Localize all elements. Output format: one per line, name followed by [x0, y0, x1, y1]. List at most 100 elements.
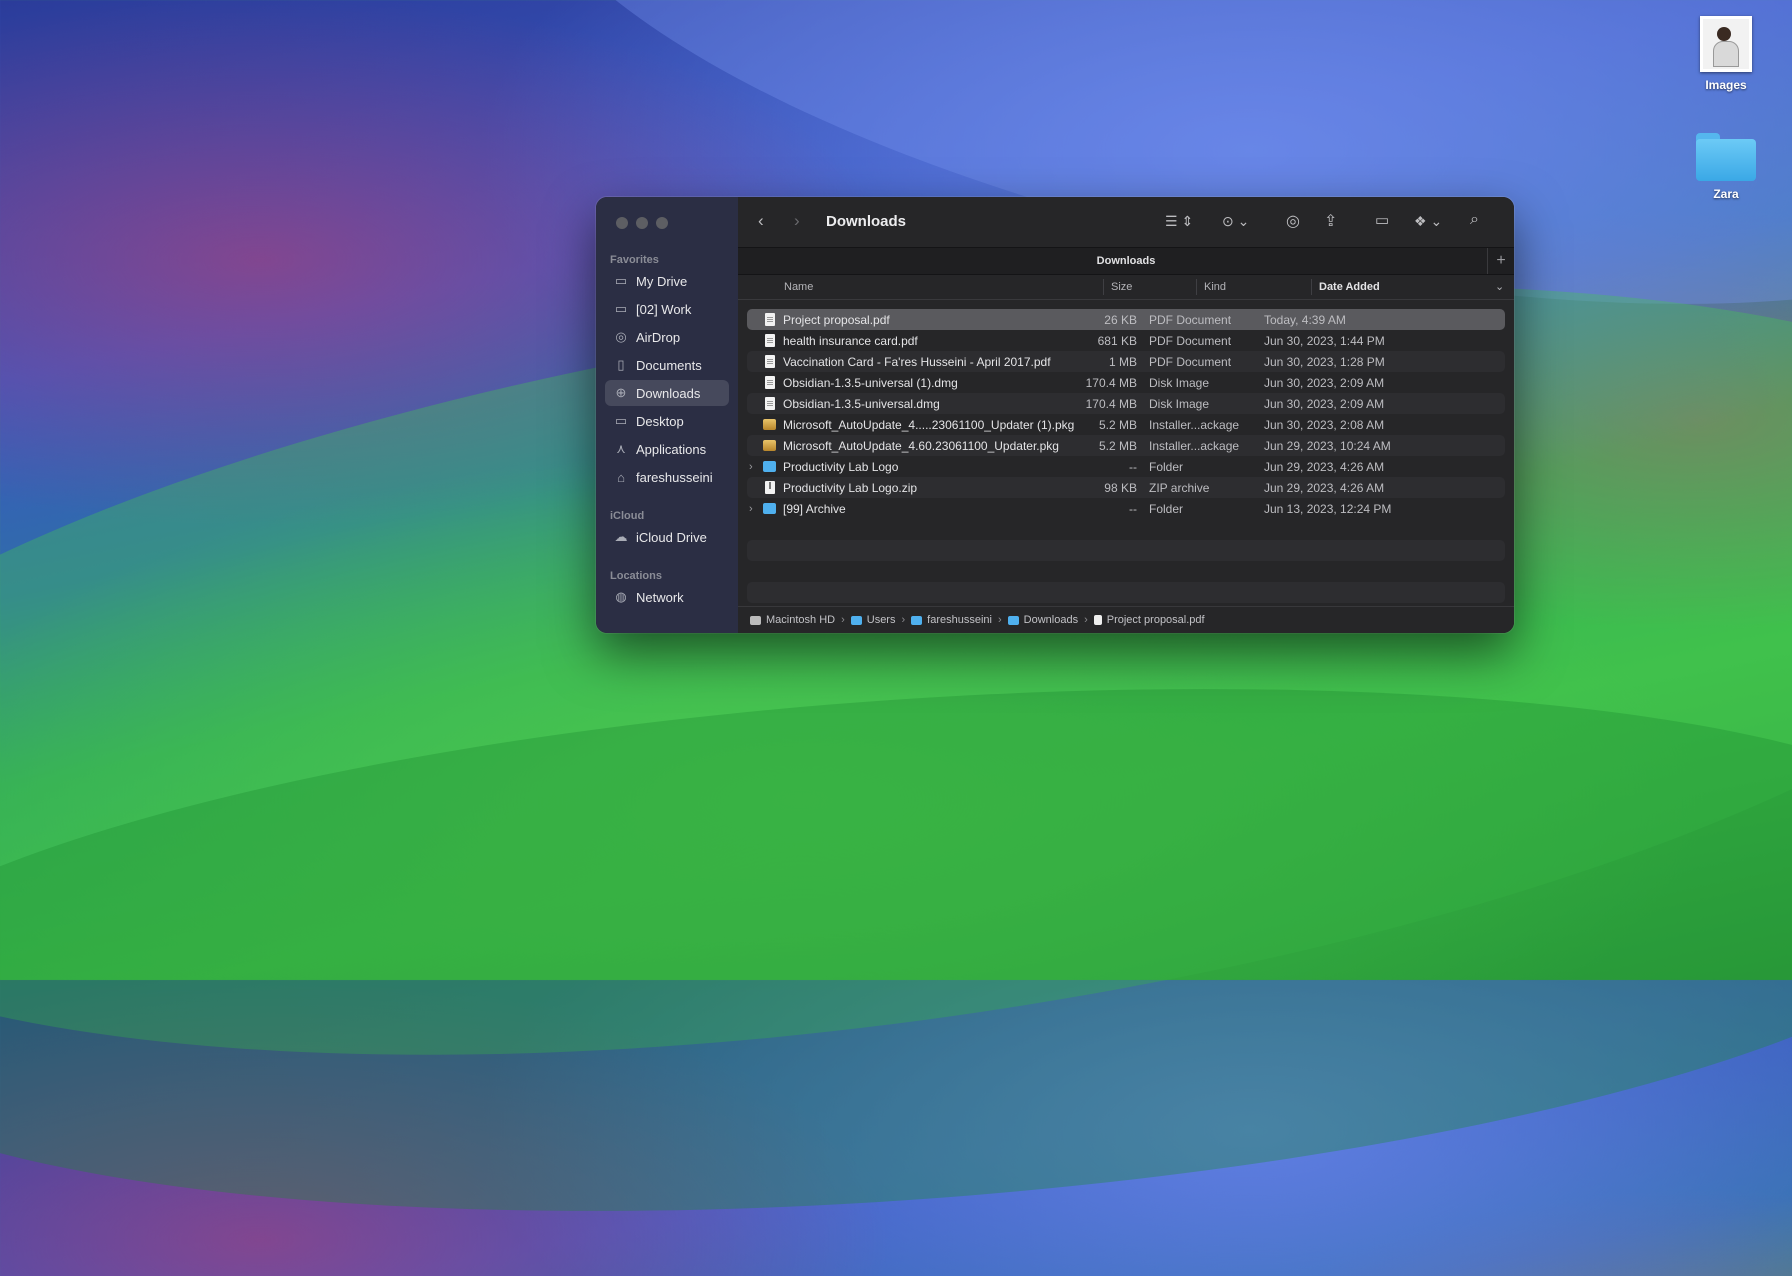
action-menu-button[interactable]: ⊙ ⌄: [1222, 213, 1249, 230]
file-kind: Folder: [1149, 459, 1184, 474]
zoom-button[interactable]: [656, 217, 668, 229]
new-tab-button[interactable]: +: [1487, 248, 1514, 274]
desktop-icon: ▭: [614, 413, 628, 428]
path-label: Macintosh HD: [766, 614, 836, 626]
file-date: Jun 30, 2023, 2:08 AM: [1264, 417, 1385, 432]
sidebar-item-label: Network: [636, 589, 684, 605]
sidebar-item-label: iCloud Drive: [636, 529, 707, 545]
sidebar-item-home[interactable]: ⌂ fareshusseini: [605, 464, 729, 490]
sidebar-item-work[interactable]: ▭ [02] Work: [605, 296, 729, 322]
pdf-document-icon: [763, 354, 776, 369]
table-row[interactable]: Obsidian-1.3.5-universal (1).dmg 170.4 M…: [747, 372, 1505, 393]
path-item-downloads[interactable]: Downloads ›: [1007, 614, 1094, 626]
window-controls: [616, 217, 668, 229]
file-kind: Installer...ackage: [1149, 417, 1240, 432]
sidebar-item-downloads[interactable]: ⊕ Downloads: [605, 380, 729, 406]
sidebar-item-label: AirDrop: [636, 329, 681, 345]
table-row[interactable]: Vaccination Card - Fa'res Husseini - Apr…: [747, 351, 1505, 372]
sidebar-item-my-drive[interactable]: ▭ My Drive: [605, 268, 729, 294]
tab-label: Downloads: [1096, 255, 1156, 267]
path-item-project-proposal[interactable]: Project proposal.pdf: [1093, 614, 1205, 626]
file-date: Today, 4:39 AM: [1264, 312, 1346, 327]
file-name: Productivity Lab Logo: [783, 459, 899, 474]
sidebar-item-airdrop[interactable]: ◎ AirDrop: [605, 324, 729, 350]
file-size: 681 KB: [1097, 333, 1137, 348]
file-browser: ‹ › Downloads ☰ ⇕ ⊙ ⌄ ◎ ⇪ ▭ ❖ ⌄ ⌕ Downlo…: [738, 197, 1514, 633]
sidebar-item-desktop[interactable]: ▭ Desktop: [605, 408, 729, 434]
file-kind: Installer...ackage: [1149, 438, 1240, 453]
disclosure-chevron-icon[interactable]: ›: [749, 503, 759, 515]
desktop-icon-zara[interactable]: Zara: [1681, 133, 1771, 201]
file-name: Obsidian-1.3.5-universal.dmg: [783, 396, 940, 411]
view-options-button[interactable]: ☰ ⇕: [1165, 213, 1193, 230]
airdrop-button[interactable]: ◎: [1286, 211, 1300, 231]
tab-downloads[interactable]: Downloads +: [738, 247, 1514, 275]
window-title: Downloads: [826, 213, 907, 230]
minimize-button[interactable]: [636, 217, 648, 229]
file-kind: PDF Document: [1149, 354, 1232, 369]
dropbox-icon: ❖ ⌄: [1414, 213, 1443, 229]
back-button[interactable]: ‹: [758, 211, 764, 231]
file-date: Jun 30, 2023, 2:09 AM: [1264, 375, 1385, 390]
path-bar: Macintosh HD › Users › fareshusseini › D…: [738, 606, 1514, 633]
sidebar-item-icloud-drive[interactable]: ☁ iCloud Drive: [605, 524, 729, 550]
sidebar-item-applications[interactable]: ⋏ Applications: [605, 436, 729, 462]
share-icon: ⇪: [1324, 213, 1338, 230]
download-icon: ⊕: [615, 385, 627, 400]
chevron-left-icon: ‹: [758, 211, 764, 230]
new-folder-button[interactable]: ▭: [1375, 211, 1389, 229]
path-item-fareshusseini[interactable]: fareshusseini ›: [911, 614, 1008, 626]
folder-icon: [1007, 615, 1019, 625]
ellipsis-circle-icon: ⊙ ⌄: [1222, 213, 1250, 229]
document-icon: [1093, 615, 1102, 625]
column-header: Name Size Kind Date Added ⌄: [738, 275, 1514, 300]
table-row[interactable]: Obsidian-1.3.5-universal.dmg 170.4 MB Di…: [747, 393, 1505, 414]
file-list: Project proposal.pdf 26 KB PDF Document …: [747, 309, 1505, 603]
sidebar-item-label: fareshusseini: [636, 469, 713, 485]
table-row[interactable]: › [99] Archive -- Folder Jun 13, 2023, 1…: [747, 498, 1505, 519]
chevron-right-icon: ›: [794, 211, 800, 230]
column-header-size[interactable]: Size: [1111, 281, 1132, 293]
pdf-document-icon: [763, 333, 776, 348]
file-date: Jun 29, 2023, 4:26 AM: [1264, 480, 1385, 495]
sidebar-item-network[interactable]: ◍ Network: [605, 584, 729, 610]
file-size: 5.2 MB: [1098, 438, 1137, 453]
table-row[interactable]: Project proposal.pdf 26 KB PDF Document …: [747, 309, 1505, 330]
close-button[interactable]: [616, 217, 628, 229]
toolbar: ‹ › Downloads ☰ ⇕ ⊙ ⌄ ◎ ⇪ ▭ ❖ ⌄ ⌕: [738, 197, 1514, 247]
file-name: Obsidian-1.3.5-universal (1).dmg: [783, 375, 958, 390]
document-icon: ▯: [617, 357, 625, 372]
zip-archive-icon: [763, 480, 776, 495]
forward-button[interactable]: ›: [794, 211, 800, 231]
search-button[interactable]: ⌕: [1470, 211, 1479, 229]
column-header-kind[interactable]: Kind: [1204, 281, 1226, 293]
file-size: 170.4 MB: [1085, 375, 1137, 390]
table-row[interactable]: Microsoft_AutoUpdate_4.....23061100_Upda…: [747, 414, 1505, 435]
network-icon: ◍: [615, 589, 627, 604]
sidebar-item-label: [02] Work: [636, 301, 692, 317]
dropbox-button[interactable]: ❖ ⌄: [1414, 213, 1442, 230]
table-row[interactable]: Microsoft_AutoUpdate_4.60.23061100_Updat…: [747, 435, 1505, 456]
table-row[interactable]: Productivity Lab Logo.zip 98 KB ZIP arch…: [747, 477, 1505, 498]
path-item-macintosh-hd[interactable]: Macintosh HD ›: [750, 614, 851, 626]
sidebar-item-documents[interactable]: ▯ Documents: [605, 352, 729, 378]
sidebar-item-label: Desktop: [636, 413, 684, 429]
file-date: Jun 29, 2023, 4:26 AM: [1264, 459, 1385, 474]
sidebar-section-locations: Locations: [610, 570, 662, 582]
table-row[interactable]: › Productivity Lab Logo -- Folder Jun 29…: [747, 456, 1505, 477]
desktop-icon-images[interactable]: Images: [1681, 16, 1771, 92]
column-header-name[interactable]: Name: [784, 281, 813, 293]
disclosure-chevron-icon[interactable]: ›: [749, 461, 759, 473]
column-header-date-added[interactable]: Date Added: [1319, 281, 1380, 293]
disk-image-icon: [763, 375, 776, 390]
search-icon: ⌕: [1470, 211, 1479, 228]
sort-chevron-icon[interactable]: ⌄: [1495, 280, 1504, 293]
file-name: Microsoft_AutoUpdate_4.60.23061100_Updat…: [783, 438, 1059, 453]
path-item-users[interactable]: Users ›: [850, 614, 911, 626]
share-button[interactable]: ⇪: [1324, 211, 1337, 231]
file-kind: Disk Image: [1149, 396, 1210, 411]
table-row[interactable]: health insurance card.pdf 681 KB PDF Doc…: [747, 330, 1505, 351]
sidebar: Favorites ▭ My Drive ▭ [02] Work ◎ AirDr…: [596, 197, 738, 633]
empty-row: [747, 582, 1505, 603]
file-size: 26 KB: [1104, 312, 1137, 327]
